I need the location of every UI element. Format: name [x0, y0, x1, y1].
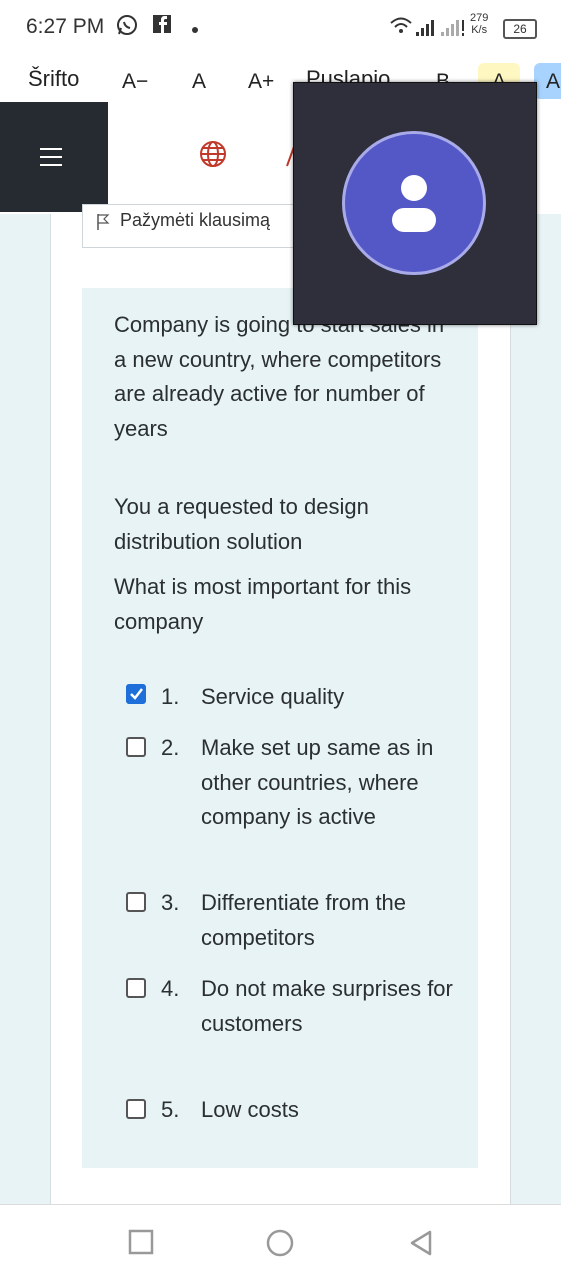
- back-icon[interactable]: [408, 1229, 434, 1257]
- option-number: 3.: [161, 890, 180, 915]
- user-icon: [392, 175, 436, 232]
- checkbox[interactable]: [126, 978, 146, 998]
- clock: 6:27 PM: [26, 15, 105, 38]
- option-text: Do not make surprises for customers: [201, 976, 453, 1036]
- home-icon[interactable]: [266, 1229, 294, 1257]
- language-globe-icon[interactable]: [199, 140, 227, 168]
- question-paragraph: Company is going to start sales in a new…: [114, 312, 445, 441]
- checkbox-checked[interactable]: [126, 684, 146, 704]
- checkbox[interactable]: [126, 892, 146, 912]
- notification-dot-icon: [190, 18, 200, 41]
- video-call-overlay[interactable]: [293, 82, 537, 325]
- signal-icon: [414, 18, 466, 44]
- flag-icon: [97, 214, 110, 230]
- question-paragraph: What is most important for this company: [114, 574, 412, 634]
- option-text: Low costs: [201, 1097, 299, 1122]
- hamburger-menu-button[interactable]: [0, 102, 108, 212]
- battery-icon: 26: [503, 19, 537, 39]
- font-label: Šrifto: [28, 66, 80, 91]
- font-normal-button[interactable]: A: [192, 70, 206, 94]
- flag-question-label: Pažymėti klausimą: [120, 210, 271, 230]
- avatar: [342, 131, 486, 275]
- checkbox[interactable]: [126, 737, 146, 757]
- option-text: Differentiate from the competitors: [201, 890, 407, 950]
- option-number: 1.: [161, 684, 180, 709]
- recents-icon[interactable]: [128, 1229, 154, 1255]
- whatsapp-icon: [116, 14, 138, 42]
- option-number: 5.: [161, 1097, 180, 1122]
- status-bar: 6:27 PM 279 K/s 26: [0, 0, 561, 56]
- font-increase-button[interactable]: A+: [248, 70, 274, 94]
- menu-icon: [40, 148, 62, 150]
- option-text: Make set up same as in other countries, …: [201, 735, 434, 829]
- option-number: 2.: [161, 735, 180, 760]
- font-decrease-button[interactable]: A−: [122, 70, 148, 94]
- wifi-icon: [390, 16, 412, 42]
- contrast-blue-button[interactable]: A: [546, 70, 560, 94]
- checkbox[interactable]: [126, 1099, 146, 1119]
- menu-icon-bar: [40, 156, 62, 158]
- panel-divider-right: [510, 212, 511, 1204]
- system-nav-bar: [0, 1204, 561, 1281]
- option-number: 4.: [161, 976, 180, 1001]
- question-paragraph: You a requested to design distribution s…: [114, 494, 369, 554]
- menu-icon-bar: [40, 164, 62, 166]
- option-text: Service quality: [201, 684, 345, 709]
- panel-divider-left: [50, 214, 51, 1204]
- facebook-icon: [152, 14, 172, 40]
- network-speed: 279 K/s: [470, 12, 489, 36]
